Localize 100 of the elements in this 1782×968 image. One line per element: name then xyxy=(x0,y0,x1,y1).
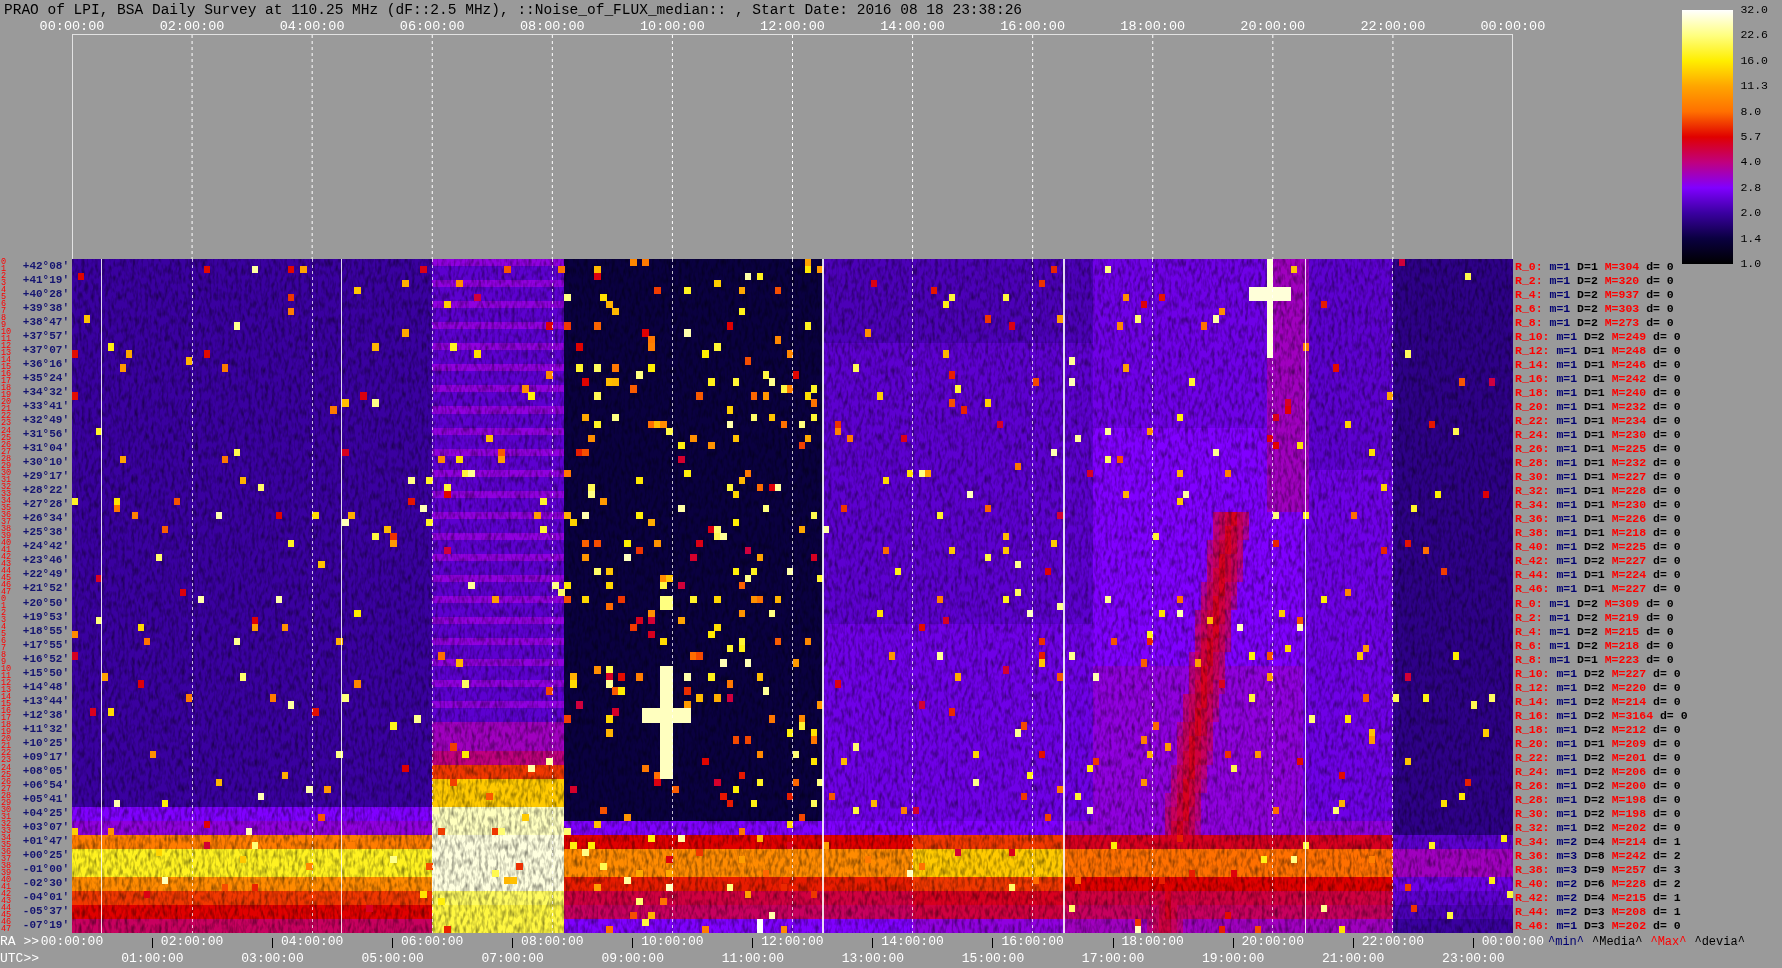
row-label: R_38: xyxy=(1515,863,1550,877)
row-number: 13 xyxy=(0,687,12,695)
row-number: 24 xyxy=(0,764,12,772)
time-axis-label: 18:00:00 xyxy=(1120,20,1186,34)
median-reading: D=1 xyxy=(1584,568,1605,582)
row-number: 6 xyxy=(0,638,7,646)
median-reading: D=2 xyxy=(1584,694,1605,708)
deviation-reading: d= 0 xyxy=(1646,301,1674,315)
row-number: 0 xyxy=(0,596,7,603)
row-label: R_6: xyxy=(1515,301,1543,315)
min-reading: m=1 xyxy=(1556,680,1578,694)
median-reading: D=2 xyxy=(1584,680,1605,694)
deviation-reading: d= 1 xyxy=(1653,835,1681,849)
median-reading: D=2 xyxy=(1577,610,1598,624)
colorbar-label: 11.3 xyxy=(1740,80,1768,93)
legend-label: ^min^ xyxy=(1548,934,1584,949)
median-reading: D=2 xyxy=(1577,273,1598,287)
declination-label: +22°49' xyxy=(22,568,69,582)
time-axis-label: 14:00:00 xyxy=(880,20,945,34)
deviation-reading: d= 0 xyxy=(1646,610,1674,624)
min-reading: m=1 xyxy=(1556,919,1578,933)
min-reading: m=1 xyxy=(1556,526,1578,540)
row-number: 20 xyxy=(0,736,12,744)
min-reading: m=1 xyxy=(1556,428,1578,441)
median-reading: D=2 xyxy=(1584,821,1605,835)
median-reading: D=1 xyxy=(1584,512,1605,526)
median-reading: D=1 xyxy=(1584,582,1605,596)
declination-label: +28°22' xyxy=(22,484,69,498)
row-label: R_40: xyxy=(1515,877,1550,891)
row-number: 19 xyxy=(0,729,12,737)
row-number: 30 xyxy=(0,806,12,814)
time-axis-label: 00:00:00 xyxy=(1480,20,1546,34)
deviation-reading: d= 0 xyxy=(1653,554,1681,568)
time-axis-label: 02:00:00 xyxy=(159,20,225,34)
row-number: 14 xyxy=(0,694,12,702)
row-number: 34 xyxy=(0,834,12,842)
median-reading: D=2 xyxy=(1577,638,1598,652)
row-label: R_28: xyxy=(1515,456,1550,470)
deviation-reading: d= 0 xyxy=(1646,624,1674,638)
time-axis-label: 00:00:00 xyxy=(39,20,105,34)
declination-label: +31°04' xyxy=(22,442,69,456)
max-reading: M=309 xyxy=(1604,596,1640,610)
median-reading: D=8 xyxy=(1584,849,1605,863)
deviation-reading: d= 3 xyxy=(1653,863,1681,877)
row-number: 9 xyxy=(0,322,7,330)
max-reading: M=225 xyxy=(1611,540,1647,554)
row-label: R_4: xyxy=(1515,287,1543,301)
max-reading: M=225 xyxy=(1611,442,1647,456)
row-number: 15 xyxy=(0,701,12,709)
max-reading: M=214 xyxy=(1611,835,1647,849)
min-reading: m=1 xyxy=(1556,821,1578,835)
min-reading: m=1 xyxy=(1556,498,1578,512)
declination-label: +35°24' xyxy=(22,371,69,385)
ra-axis-label: 12:00:00 xyxy=(761,934,824,949)
min-reading: m=1 xyxy=(1556,765,1578,778)
median-reading: D=1 xyxy=(1584,399,1605,413)
row-number: 23 xyxy=(0,420,12,428)
colorbar-label: 2.8 xyxy=(1740,181,1762,194)
row-number: 14 xyxy=(0,357,12,365)
row-number: 10 xyxy=(0,329,12,337)
max-reading: M=232 xyxy=(1611,456,1647,470)
deviation-reading: d= 0 xyxy=(1646,596,1674,610)
deviation-reading: d= 0 xyxy=(1653,582,1681,596)
min-reading: m=1 xyxy=(1556,413,1578,427)
deviation-reading: d= 0 xyxy=(1653,470,1681,484)
min-reading: m=1 xyxy=(1549,596,1571,610)
row-label: R_36: xyxy=(1515,512,1550,526)
max-reading: M=249 xyxy=(1611,329,1647,343)
row-number: 2 xyxy=(0,610,7,618)
row-label: R_32: xyxy=(1515,484,1550,498)
row-number: 5 xyxy=(0,294,7,302)
median-reading: D=1 xyxy=(1584,357,1605,371)
max-reading: M=202 xyxy=(1611,919,1647,933)
row-label: R_4: xyxy=(1515,624,1543,638)
min-reading: m=1 xyxy=(1549,287,1571,301)
row-number: 28 xyxy=(0,792,12,800)
row-number: 29 xyxy=(0,462,12,470)
row-number: 15 xyxy=(0,364,12,372)
max-reading: M=218 xyxy=(1611,526,1647,540)
row-number: 41 xyxy=(0,546,12,554)
row-number: 22 xyxy=(0,750,12,758)
max-reading: M=3164 xyxy=(1611,708,1654,722)
max-reading: M=202 xyxy=(1611,821,1647,835)
max-reading: M=226 xyxy=(1611,512,1647,526)
row-label: R_14: xyxy=(1515,694,1550,708)
max-reading: M=215 xyxy=(1611,891,1647,905)
deviation-reading: d= 0 xyxy=(1646,259,1674,273)
utc-axis-label: 01:00:00 xyxy=(121,951,184,966)
min-reading: m=2 xyxy=(1556,877,1578,891)
median-reading: D=2 xyxy=(1584,807,1605,821)
row-label: R_8: xyxy=(1515,315,1543,329)
row-label: R_44: xyxy=(1515,568,1550,582)
row-number: 34 xyxy=(0,497,12,505)
min-reading: m=2 xyxy=(1556,905,1578,919)
min-reading: m=1 xyxy=(1549,301,1571,315)
declination-label: +33°41' xyxy=(22,399,69,413)
max-reading: M=230 xyxy=(1611,428,1647,441)
row-number: 27 xyxy=(0,785,12,793)
declination-label: +14°48' xyxy=(22,680,69,694)
median-reading: D=1 xyxy=(1577,259,1598,273)
